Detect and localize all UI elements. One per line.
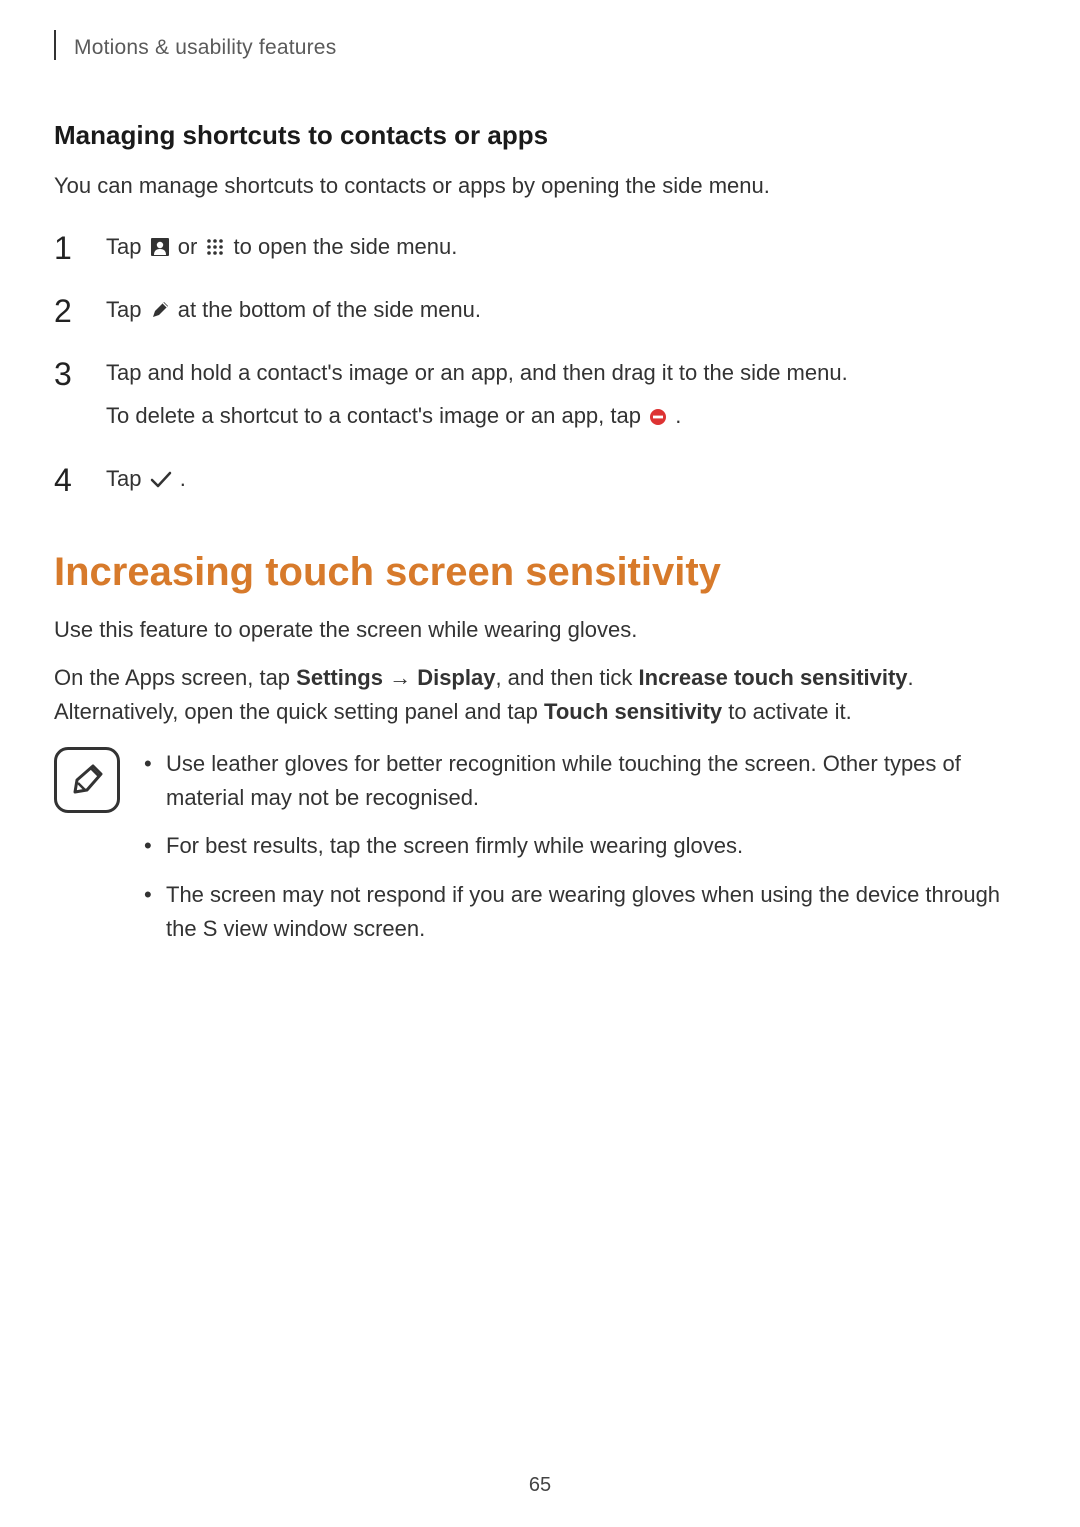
text-bold-settings: Settings	[296, 665, 383, 690]
step-text: Tap	[106, 466, 148, 491]
text-arrow: →	[383, 665, 417, 690]
step-text: Tap	[106, 297, 148, 322]
section-title-touch-sensitivity: Increasing touch screen sensitivity	[54, 550, 1020, 595]
note-item: Use leather gloves for better recognitio…	[140, 747, 1020, 815]
step-2: Tap at the bottom of the side menu.	[54, 293, 1020, 326]
chapter-title: Motions & usability features	[74, 36, 336, 60]
text: , and then tick	[495, 665, 638, 690]
step-text: to open the side menu.	[234, 234, 458, 259]
step-text: or	[178, 234, 204, 259]
text-bold-increase-touch: Increase touch sensitivity	[639, 665, 908, 690]
subheading-managing-shortcuts: Managing shortcuts to contacts or apps	[54, 120, 1020, 151]
step-text: Tap	[106, 234, 148, 259]
note-block: Use leather gloves for better recognitio…	[54, 747, 1020, 959]
paragraph-use-feature: Use this feature to operate the screen w…	[54, 613, 1020, 647]
note-item: The screen may not respond if you are we…	[140, 878, 1020, 946]
step-text: .	[180, 466, 186, 491]
text-bold-touch-sensitivity: Touch sensitivity	[544, 699, 722, 724]
steps-list: Tap or to open the sid	[54, 230, 1020, 495]
page-number: 65	[0, 1474, 1080, 1497]
step-text: Tap and hold a contact's image or an app…	[106, 356, 1020, 389]
checkmark-icon	[150, 471, 172, 489]
intro-paragraph: You can manage shortcuts to contacts or …	[54, 169, 1020, 202]
note-icon	[54, 747, 120, 813]
step-3: Tap and hold a contact's image or an app…	[54, 356, 1020, 432]
apps-grid-icon	[205, 237, 225, 257]
note-list: Use leather gloves for better recognitio…	[140, 747, 1020, 959]
step-text: at the bottom of the side menu.	[178, 297, 481, 322]
step-1: Tap or to open the sid	[54, 230, 1020, 263]
manual-page: Motions & usability features Managing sh…	[0, 0, 1080, 1527]
delete-minus-icon	[649, 408, 667, 426]
text: On the Apps screen, tap	[54, 665, 296, 690]
paragraph-instructions: On the Apps screen, tap Settings → Displ…	[54, 661, 1020, 729]
step-4: Tap .	[54, 462, 1020, 495]
text-bold-display: Display	[417, 665, 495, 690]
contact-tab-icon	[150, 237, 170, 257]
step-text: .	[675, 403, 681, 428]
note-item: For best results, tap the screen firmly …	[140, 829, 1020, 863]
edit-pencil-icon	[150, 300, 170, 320]
text: to activate it.	[722, 699, 852, 724]
step-text: To delete a shortcut to a contact's imag…	[106, 403, 647, 428]
chapter-header-rule: Motions & usability features	[54, 30, 1020, 60]
